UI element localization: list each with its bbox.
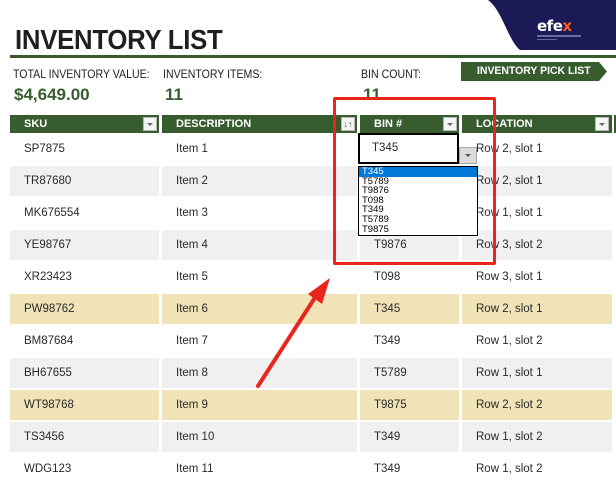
column-header-sku: SKU — [10, 115, 159, 133]
sku-cell[interactable]: XR23423 — [10, 262, 159, 292]
location-cell[interactable]: Row 3, slot 1 — [462, 262, 612, 292]
inventory-pick-list-button[interactable]: INVENTORY PICK LIST — [461, 62, 607, 81]
column-header-description: DESCRIPTION ↓↑ — [162, 115, 357, 133]
page-title: INVENTORY LIST — [15, 24, 223, 55]
bin-cell[interactable]: T098 — [360, 262, 459, 292]
bin-cell[interactable]: T5789 — [360, 358, 459, 388]
sku-cell[interactable]: TS3456 — [10, 422, 159, 452]
location-cell[interactable]: Row 1, slot 2 — [462, 422, 612, 452]
total-value: $4,649.00 — [14, 85, 90, 104]
sku-cell[interactable]: WDG123 — [10, 454, 159, 484]
sku-cell[interactable]: SP7875 — [10, 134, 159, 164]
pick-list-label: INVENTORY PICK LIST — [477, 65, 591, 77]
efex-logo: efex — [537, 17, 572, 35]
description-cell[interactable]: Item 2 — [162, 166, 357, 196]
description-cell[interactable]: Item 10 — [162, 422, 357, 452]
description-cell[interactable]: Item 1 — [162, 134, 357, 164]
logo-tagline-2 — [537, 39, 557, 40]
total-value-label: TOTAL INVENTORY VALUE: — [13, 69, 150, 81]
bin-cell[interactable]: T349 — [360, 454, 459, 484]
sku-cell[interactable]: YE98767 — [10, 230, 159, 260]
inventory-items-label: INVENTORY ITEMS: — [163, 69, 263, 81]
table-row: YE98767 Item 4 T9876 Row 3, slot 2 — [10, 229, 616, 261]
location-cell[interactable]: Row 2, slot 2 — [462, 390, 612, 420]
location-cell[interactable]: Row 1, slot 1 — [462, 358, 612, 388]
table-row: WDG123 Item 11 T349 Row 1, slot 2 — [10, 453, 616, 485]
filter-dropdown-icon[interactable] — [595, 117, 609, 131]
table-row: MK676554Item 3T9876Row 1, slot 1 — [10, 197, 616, 229]
sku-cell[interactable]: MK676554 — [10, 198, 159, 228]
sku-cell[interactable]: BH67655 — [10, 358, 159, 388]
table-row: WT98768 Item 9 T9875 Row 2, slot 2 — [10, 389, 616, 421]
sku-cell[interactable]: BM87684 — [10, 326, 159, 356]
bin-cell[interactable]: T349 — [360, 422, 459, 452]
column-header-label: SKU — [24, 118, 48, 130]
column-header-label: DESCRIPTION — [176, 118, 252, 130]
title-divider — [10, 55, 616, 58]
table-row: TS3456 Item 10 T349 Row 1, slot 2 — [10, 421, 616, 453]
description-cell[interactable]: Item 9 — [162, 390, 357, 420]
annotation-arrow-icon — [256, 278, 330, 388]
table-row: SP7875Item 1T345Row 2, slot 1 — [10, 133, 616, 165]
description-cell[interactable]: Item 3 — [162, 198, 357, 228]
table-row: TR87680Item 2T5789Row 2, slot 1 — [10, 165, 616, 197]
annotation-highlight-box — [333, 97, 496, 265]
location-cell[interactable]: Row 1, slot 2 — [462, 454, 612, 484]
sku-cell[interactable]: PW98762 — [10, 294, 159, 324]
location-cell[interactable]: Row 2, slot 1 — [462, 294, 612, 324]
logo-tagline — [537, 35, 581, 37]
bin-cell[interactable]: T9875 — [360, 390, 459, 420]
inventory-items-value: 11 — [165, 85, 183, 104]
sku-cell[interactable]: TR87680 — [10, 166, 159, 196]
bin-cell[interactable]: T349 — [360, 326, 459, 356]
description-cell[interactable]: Item 4 — [162, 230, 357, 260]
filter-dropdown-icon[interactable] — [143, 117, 157, 131]
bin-count-label: BIN COUNT: — [361, 69, 421, 81]
location-cell[interactable]: Row 1, slot 2 — [462, 326, 612, 356]
sku-cell[interactable]: WT98768 — [10, 390, 159, 420]
bin-cell[interactable]: T345 — [360, 294, 459, 324]
description-cell[interactable]: Item 11 — [162, 454, 357, 484]
